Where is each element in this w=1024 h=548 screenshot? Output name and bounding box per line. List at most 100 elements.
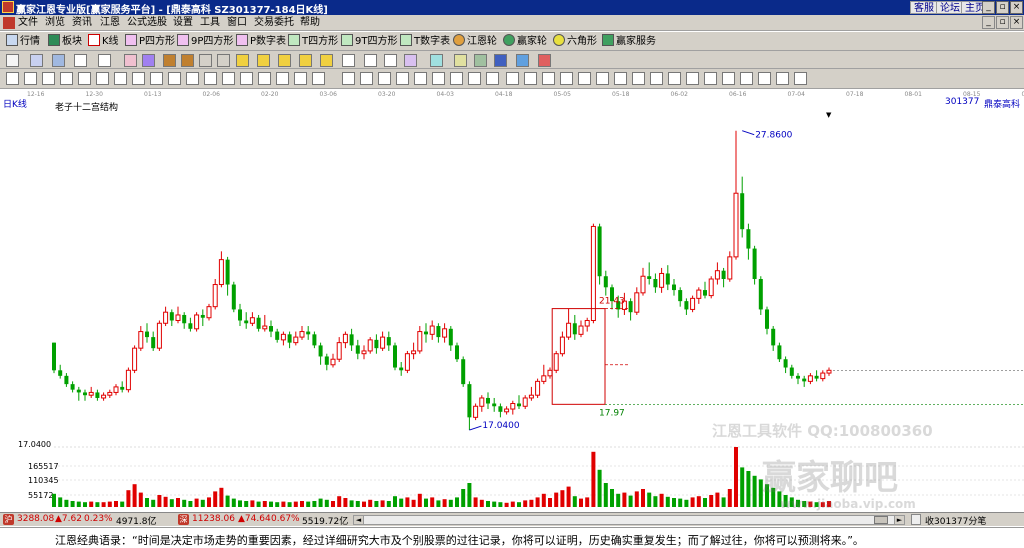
pitchfork-tool-icon[interactable] (668, 72, 681, 85)
zigzag-tool-icon[interactable] (722, 72, 735, 85)
alert-icon[interactable] (538, 54, 551, 67)
p-number-table-button[interactable]: P数字表 (236, 34, 286, 49)
price-tool-icon[interactable] (578, 72, 591, 85)
trend-icon[interactable] (384, 54, 397, 67)
box-tool-icon[interactable] (150, 72, 163, 85)
next-icon[interactable] (181, 54, 194, 67)
infinity-icon[interactable] (794, 72, 807, 85)
ray-tool-icon[interactable] (360, 72, 373, 85)
text-tool-icon[interactable] (312, 72, 325, 85)
gann-grid-tool-icon[interactable] (240, 72, 253, 85)
hline-tool-icon[interactable] (24, 72, 37, 85)
marker-tool-icon[interactable] (614, 72, 627, 85)
bar-tool-icon[interactable] (506, 72, 519, 85)
cycle-line-tool-icon[interactable] (704, 72, 717, 85)
menu-news[interactable]: 资讯 (72, 17, 92, 29)
square-tool-icon[interactable] (450, 72, 463, 85)
menu-browse[interactable]: 浏览 (45, 17, 65, 29)
menu-settings[interactable]: 设置 (173, 17, 193, 29)
parallel-tool-icon[interactable] (78, 72, 91, 85)
ratio-tool-icon[interactable] (542, 72, 555, 85)
color-wheel-icon[interactable] (776, 72, 789, 85)
detail-icon[interactable] (52, 54, 65, 67)
circle-tool-icon[interactable] (186, 72, 199, 85)
diamond-icon[interactable] (98, 54, 111, 67)
menu-tools[interactable]: 工具 (200, 17, 220, 29)
tick-toggle-checkbox[interactable] (911, 514, 921, 525)
right-icon[interactable] (299, 54, 312, 67)
percent-tool-icon[interactable] (524, 72, 537, 85)
cross-icon[interactable] (364, 54, 377, 67)
child-restore-icon[interactable]: ▫ (996, 16, 1009, 29)
left-icon[interactable] (278, 54, 291, 67)
menu-formula-picker[interactable]: 公式选股 (127, 17, 167, 29)
customer-service-link[interactable]: 客服 (910, 1, 938, 14)
kline-button[interactable]: K线 (88, 34, 119, 49)
winner-service-button[interactable]: 赢家服务 (602, 34, 656, 49)
gann-fan-tool-icon[interactable] (222, 72, 235, 85)
angle-tool-icon[interactable] (396, 72, 409, 85)
forum-link[interactable]: 论坛 (936, 1, 964, 14)
quotes-button[interactable]: 行情 (6, 34, 40, 49)
gann-box-tool-icon[interactable] (258, 72, 271, 85)
grid-icon[interactable] (454, 54, 467, 67)
sh-index-icon[interactable]: 沪 (3, 514, 14, 525)
9t-square-button[interactable]: 9T四方形 (341, 34, 397, 49)
magnifier-icon[interactable] (430, 54, 443, 67)
flag-icon[interactable] (142, 54, 155, 67)
speed-line-tool-icon[interactable] (276, 72, 289, 85)
window-icon[interactable] (516, 54, 529, 67)
app-menu-icon[interactable] (3, 17, 15, 29)
rect-tool-icon[interactable] (740, 72, 753, 85)
menu-trade[interactable]: 交易委托 (254, 17, 294, 29)
winner-wheel-button[interactable]: 赢家轮 (503, 34, 547, 49)
back-icon[interactable] (217, 54, 230, 67)
pen-tool-icon[interactable] (650, 72, 663, 85)
tick-icon[interactable] (74, 54, 87, 67)
9p-square-button[interactable]: 9P四方形 (177, 34, 233, 49)
down-icon[interactable] (257, 54, 270, 67)
menu-help[interactable]: 帮助 (300, 17, 320, 29)
restore-icon[interactable]: ▫ (996, 1, 1009, 14)
fib-tool-icon[interactable] (96, 72, 109, 85)
star-tool-icon[interactable] (686, 72, 699, 85)
line-tool-icon[interactable] (6, 72, 19, 85)
spiral-tool-icon[interactable] (468, 72, 481, 85)
up-icon[interactable] (236, 54, 249, 67)
t-number-table-button[interactable]: T数字表 (400, 34, 450, 49)
p-square-button[interactable]: P四方形 (125, 34, 175, 49)
vline-tool-icon[interactable] (42, 72, 55, 85)
ellipse-tool-icon[interactable] (204, 72, 217, 85)
channel-tool-icon[interactable] (60, 72, 73, 85)
menu-window[interactable]: 窗口 (227, 17, 247, 29)
hand-icon[interactable] (342, 54, 355, 67)
pattern-icon[interactable] (404, 54, 417, 67)
hexagon-button[interactable]: 六角形 (553, 34, 597, 49)
scroll-thumb[interactable] (874, 516, 888, 524)
table-icon[interactable] (474, 54, 487, 67)
horizontal-scrollbar[interactable]: ◄ ► (353, 515, 905, 525)
period-tool-icon[interactable] (294, 72, 307, 85)
close-icon[interactable]: × (1010, 1, 1023, 14)
period-label[interactable]: 日K线 (3, 97, 27, 110)
triangle-tool-icon[interactable] (486, 72, 499, 85)
regression-tool-icon[interactable] (414, 72, 427, 85)
sz-index-icon[interactable]: 深 (178, 514, 189, 525)
wave-tool-icon[interactable] (378, 72, 391, 85)
sector-button[interactable]: 板块 (48, 34, 82, 49)
save-icon[interactable] (494, 54, 507, 67)
home-icon[interactable] (320, 54, 333, 67)
arrow-tool-icon[interactable] (632, 72, 645, 85)
gann-wheel-button[interactable]: 江恩轮 (453, 34, 497, 49)
kline-chart[interactable]: 12-16 12-30 01-13 02-06 02-20 03-06 03-20 04-03… (0, 89, 1024, 511)
menu-gann[interactable]: 江恩 (100, 17, 120, 29)
cycle-tool-icon[interactable] (168, 72, 181, 85)
volume-tool-icon[interactable] (596, 72, 609, 85)
t-square-button[interactable]: T四方形 (288, 34, 338, 49)
prev-icon[interactable] (199, 54, 212, 67)
first-icon[interactable] (163, 54, 176, 67)
time-tool-icon[interactable] (560, 72, 573, 85)
child-minimize-icon[interactable]: _ (982, 16, 995, 29)
cross-tool-icon[interactable] (432, 72, 445, 85)
menu-file[interactable]: 文件 (18, 17, 38, 29)
